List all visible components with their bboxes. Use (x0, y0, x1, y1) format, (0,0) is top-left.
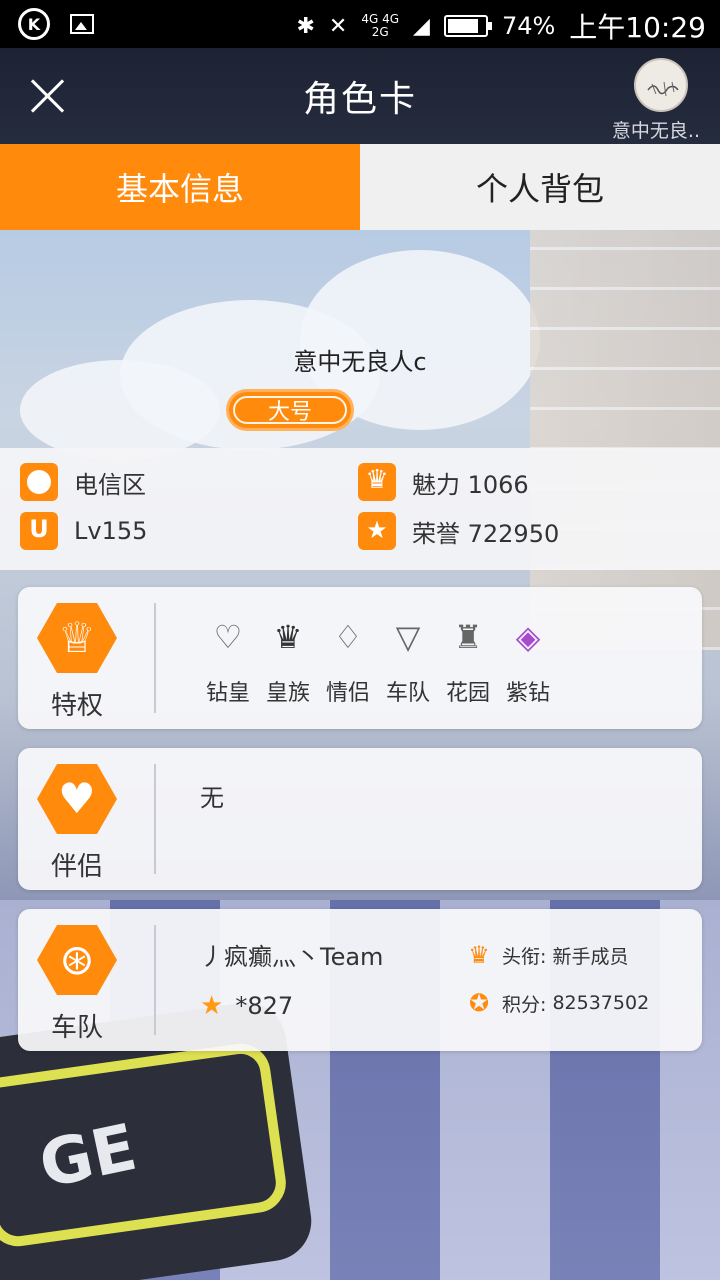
team-label: 车队 (50, 1013, 103, 1043)
charm-text: 魅力 1066 (412, 470, 529, 499)
privilege-item-couple[interactable]: ♢ 情侣 (318, 617, 378, 707)
privilege-list: ♡ 钻皇 ♛ 皇族 ♢ 情侣 ▽ 车队 ♜ 花园 ◈ 紫钻 (198, 617, 558, 707)
purple-diamond-icon: ◈ (515, 618, 541, 656)
level-icon (20, 512, 58, 550)
team-points: ✪ 积分: 82537502 (466, 989, 649, 1017)
avatar[interactable] (634, 58, 688, 112)
privilege-item-royal[interactable]: ♛ 皇族 (258, 617, 318, 707)
team-name[interactable]: 丿疯癫灬丶Team (200, 937, 383, 972)
charm-item: 魅力 1066 (358, 463, 529, 501)
bluetooth-icon: ✱ (296, 13, 315, 39)
partner-label: 伴侣 (50, 852, 103, 882)
royal-crown-icon: ♛ (273, 618, 303, 656)
steering-wheel-icon: ⊛ (37, 925, 117, 995)
status-bar: K ✱ ✕ 4G 4G 2G ◢ 74% 上午10:29 (0, 0, 720, 48)
card-divider (154, 603, 156, 713)
info-strip: 电信区 Lv155 魅力 1066 荣誉 722950 (0, 448, 720, 570)
crown-icon: ♛ (468, 941, 490, 969)
avatar-username: 意中无良.. (611, 120, 700, 142)
level-text: Lv155 (74, 517, 148, 545)
region-item: 电信区 (20, 463, 146, 501)
level-item: Lv155 (20, 512, 147, 550)
battery-percent: 74% (501, 12, 556, 40)
region-text: 电信区 (74, 470, 146, 499)
privilege-crown-icon: ♕ (37, 603, 117, 673)
team-title: ♛ 头衔: 新手成员 (466, 941, 628, 969)
mute-icon: ✕ (328, 13, 348, 39)
tab-bar: 基本信息 个人背包 (0, 144, 720, 230)
card-divider (154, 764, 156, 874)
privilege-item-purple-diamond[interactable]: ◈ 紫钻 (498, 617, 558, 707)
garden-icon: ♜ (453, 618, 483, 656)
tab-personal-backpack[interactable]: 个人背包 (360, 144, 720, 230)
app-k-icon: K (18, 8, 50, 40)
medal-icon: ✪ (468, 989, 490, 1017)
player-nickname: 意中无良人c (293, 348, 427, 376)
battery-icon (443, 15, 492, 37)
privilege-item-team[interactable]: ▽ 车队 (378, 617, 438, 707)
top-bar: 角色卡 意中无良.. (0, 48, 720, 144)
star-icon: ★ (200, 991, 224, 1021)
privilege-item-garden[interactable]: ♜ 花园 (438, 617, 498, 707)
couple-heart-icon: ♢ (333, 618, 363, 656)
page-title: 角色卡 (302, 79, 417, 120)
account-badge: 大号 (226, 389, 354, 431)
clock: 上午10:29 (569, 11, 706, 44)
partner-card[interactable]: ♥ 伴侣 无 (18, 748, 702, 890)
team-id: ★ *827 (200, 991, 294, 1021)
honor-star-icon (358, 512, 396, 550)
partner-heart-icon: ♥ (37, 764, 117, 834)
team-card[interactable]: ⊛ 车队 丿疯癫灬丶Team ★ *827 ♛ 头衔: 新手成员 ✪ 积分: 8… (18, 909, 702, 1051)
card-divider (154, 925, 156, 1035)
crown-icon (358, 463, 396, 501)
tab-basic-info[interactable]: 基本信息 (0, 144, 360, 230)
honor-item: 荣誉 722950 (358, 512, 559, 550)
partner-value: 无 (200, 784, 224, 812)
diamond-emperor-icon: ♡ (213, 618, 243, 656)
image-notification-icon (70, 14, 94, 34)
privileges-card[interactable]: ♕ 特权 ♡ 钻皇 ♛ 皇族 ♢ 情侣 ▽ 车队 ♜ 花园 ◈ 紫钻 (18, 587, 702, 729)
privileges-label: 特权 (50, 691, 103, 721)
signal-icon: ◢ (413, 13, 430, 39)
region-icon (20, 463, 58, 501)
network-indicator: 4G 4G 2G (361, 12, 400, 39)
team-shield-icon: ▽ (395, 618, 421, 656)
honor-text: 荣誉 722950 (412, 519, 560, 548)
privilege-item-diamond-emperor[interactable]: ♡ 钻皇 (198, 617, 258, 707)
